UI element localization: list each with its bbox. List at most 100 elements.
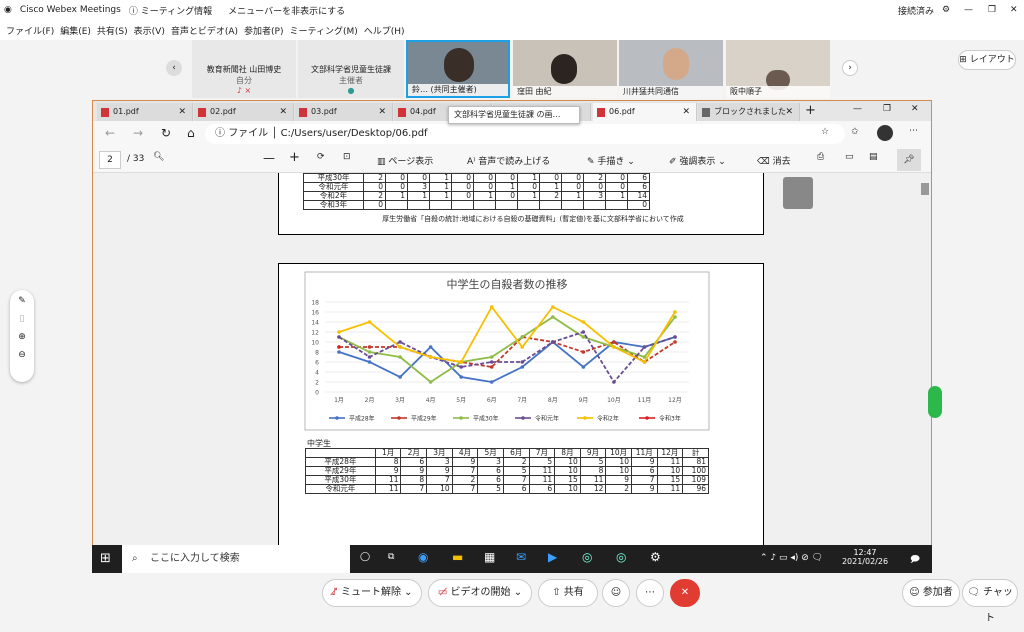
erase-button[interactable]: ⌫ 消去 [757, 154, 791, 167]
webex2-icon[interactable]: ◎ [616, 550, 626, 564]
zoom-out-icon[interactable]: — [263, 151, 275, 165]
close-tab-icon[interactable]: ✕ [178, 103, 186, 121]
settings-taskbar-icon[interactable]: ⚙ [650, 550, 661, 564]
more-menu-icon[interactable]: ⋯ [909, 126, 918, 136]
mail-icon[interactable]: ✉ [516, 550, 526, 564]
windows-start-icon[interactable]: ⊞ [100, 551, 111, 566]
video-tile-cohost[interactable]: 鈴… (共同主催者) [406, 40, 510, 98]
tray-icons[interactable]: ⌃ ♪ ▭ ◂) ⊘ 🗨︎ [760, 553, 823, 563]
webex-icon[interactable]: ◎ [582, 550, 592, 564]
zoom-in-icon[interactable]: + [289, 150, 300, 165]
data-point [367, 350, 372, 354]
profile-avatar[interactable] [877, 125, 893, 141]
save-icon[interactable]: ▭ [845, 152, 854, 162]
refresh-icon[interactable]: ↻ [161, 126, 171, 140]
new-tab-icon[interactable]: + [805, 103, 816, 118]
close-tab-icon[interactable]: ✕ [682, 103, 690, 121]
zoom-app-icon[interactable]: ▶ [548, 550, 557, 564]
window-restore-icon[interactable]: ❐ [883, 104, 891, 114]
legend-marker [397, 416, 401, 420]
menu-meeting[interactable]: ミーティング(M) [290, 24, 358, 37]
print-icon[interactable]: ⎙ [817, 152, 824, 162]
rotate-icon[interactable]: ⟳ [317, 152, 325, 162]
page-number-input[interactable]: 2 [99, 151, 121, 169]
menu-audio-video[interactable]: 音声とビデオ(A) [171, 24, 238, 37]
edge-icon[interactable]: ◉ [418, 550, 428, 564]
tab-02pdf[interactable]: 02.pdf ✕ [194, 103, 294, 121]
video-tile-kubota[interactable]: 窪田 由紀 [513, 40, 617, 98]
window-minimize-icon[interactable]: — [853, 104, 862, 114]
data-point [428, 355, 433, 359]
data-point [337, 345, 341, 349]
person-avatar [663, 48, 689, 80]
x-tick-label: 2月 [365, 397, 375, 404]
cortana-icon[interactable]: ◯ [360, 552, 370, 562]
floating-app-icon[interactable] [783, 177, 813, 209]
scroll-right-icon[interactable]: › [842, 60, 858, 76]
back-icon[interactable]: ← [105, 126, 115, 140]
participant-tile-self[interactable]: 教育新聞社 山田博史 自分 ♪ ⨯ [192, 40, 296, 98]
menu-help[interactable]: ヘルプ(H) [364, 24, 405, 37]
legend-label: 令和3年 [659, 415, 681, 423]
taskbar-search-input[interactable]: ⌕ ここに入力して検索 [122, 545, 350, 573]
tab-blocked[interactable]: ブロックされました ✕ [698, 103, 800, 121]
participants-button[interactable]: ☺ 参加者 [902, 579, 960, 607]
menu-file[interactable]: ファイル(F) [6, 24, 54, 37]
close-tab-icon[interactable]: ✕ [279, 103, 287, 121]
meeting-info-button[interactable]: ⓘ ミーティング情報 [129, 4, 220, 17]
pdf-icon [101, 108, 109, 117]
handwrite-button[interactable]: ✎ 手描き ⌄ [587, 154, 635, 167]
forward-icon[interactable]: → [133, 126, 143, 140]
data-point [489, 365, 494, 369]
start-video-button[interactable]: ▭̸ ビデオの開始 ⌄ [428, 579, 532, 607]
settings-icon[interactable]: ⚙ [942, 5, 950, 15]
unmute-button[interactable]: ♪̸ ミュート解除 ⌄ [322, 579, 422, 607]
search-icon[interactable]: 🔍︎ [153, 152, 164, 162]
address-input[interactable]: ⓘ ファイル │ C:/Users/user/Desktop/06.pdf [205, 124, 845, 144]
video-tile-sakanaka[interactable]: 阪中順子 [726, 40, 830, 98]
page-view-button[interactable]: ▥ ページ表示 [377, 154, 433, 167]
notification-icon[interactable]: 🗩︎ [910, 552, 920, 568]
zoom-in-side-icon[interactable]: ⊕ [10, 332, 34, 342]
chat-button[interactable]: 🗨︎ チャット [962, 579, 1018, 624]
video-tile-kawai[interactable]: 川井猛共同通信 [619, 40, 723, 98]
close-icon[interactable]: ✕ [1010, 5, 1018, 15]
menu-share[interactable]: 共有(S) [97, 24, 128, 37]
highlighter-icon[interactable]: ▯ [10, 314, 34, 324]
side-tab-handle[interactable] [928, 386, 942, 418]
scroll-left-icon[interactable]: ‹ [166, 60, 182, 76]
participant-tile-host[interactable]: 文部科学省児童生徒課 主催者 ● [298, 40, 404, 98]
task-view-icon[interactable]: ⧉ [388, 552, 394, 562]
tab-01pdf[interactable]: 01.pdf ✕ [97, 103, 193, 121]
favorite-icon[interactable]: ☆ [821, 127, 829, 137]
menu-view[interactable]: 表示(V) [134, 24, 165, 37]
read-aloud-button[interactable]: A⁾ 音声で読み上げる [467, 154, 550, 167]
highlight-button[interactable]: ✐ 強調表示 ⌄ [669, 154, 726, 167]
favorites-list-icon[interactable]: ✩ [851, 127, 859, 137]
store-icon[interactable]: ▦ [484, 550, 495, 564]
hide-menu-button[interactable]: メニューバーを非表示にする [228, 4, 345, 17]
close-tab-icon[interactable]: ✕ [378, 103, 386, 121]
save-as-icon[interactable]: ▤ [869, 152, 878, 162]
menu-edit[interactable]: 編集(E) [60, 24, 91, 37]
pin-icon[interactable]: 📌︎ [897, 149, 921, 171]
menu-participants[interactable]: 参加者(P) [244, 24, 283, 37]
share-button[interactable]: ⇧ 共有 [538, 579, 598, 607]
fit-page-icon[interactable]: ⊡ [343, 152, 351, 162]
tab-03pdf[interactable]: 03.pdf ✕ [295, 103, 393, 121]
folder-icon[interactable]: ▬ [452, 550, 463, 564]
pen-icon[interactable]: ✎ [10, 296, 34, 306]
layout-button[interactable]: ⊞ レイアウト [958, 50, 1016, 70]
leave-meeting-button[interactable]: ✕ [670, 579, 700, 607]
zoom-out-side-icon[interactable]: ⊖ [10, 350, 34, 360]
reactions-button[interactable]: ☺ [602, 579, 630, 607]
close-tab-icon[interactable]: ✕ [785, 103, 793, 121]
maximize-icon[interactable]: ❐ [988, 5, 996, 15]
window-close-icon[interactable]: ✕ [911, 104, 919, 114]
minimize-icon[interactable]: — [964, 5, 973, 15]
scrollbar-thumb[interactable] [921, 183, 929, 195]
more-options-button[interactable]: ⋯ [636, 579, 664, 607]
home-icon[interactable]: ⌂ [187, 126, 195, 140]
tab-06pdf-active[interactable]: 06.pdf ✕ [593, 103, 697, 121]
clock[interactable]: 12:47 2021/02/26 [840, 548, 890, 566]
